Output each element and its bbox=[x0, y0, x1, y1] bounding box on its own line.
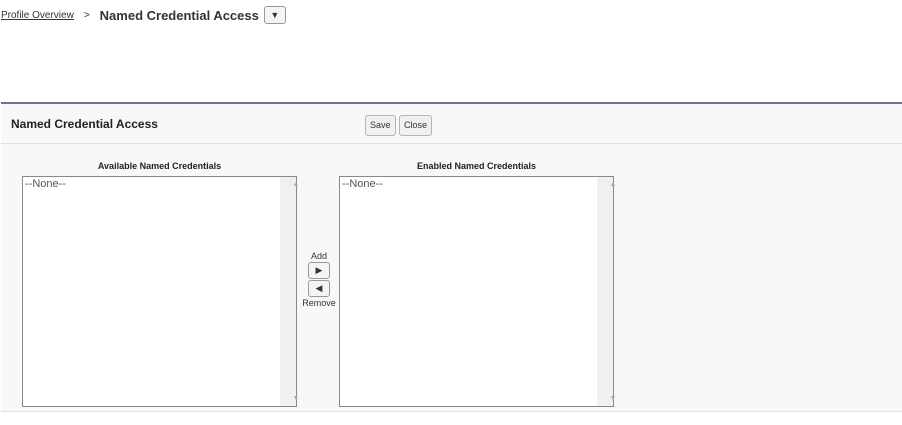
scroll-down-icon[interactable]: ▼ bbox=[288, 395, 304, 402]
panel-title: Named Credential Access bbox=[11, 117, 158, 131]
remove-label: Remove bbox=[302, 298, 336, 308]
available-list[interactable]: --None-- ▲ ▼ bbox=[22, 176, 299, 407]
add-button[interactable]: ▶ bbox=[308, 262, 330, 279]
available-label: Available Named Credentials bbox=[97, 161, 222, 171]
arrow-left-icon: ◀ bbox=[315, 283, 323, 293]
scroll-up-icon[interactable]: ▲ bbox=[288, 181, 304, 188]
remove-button[interactable]: ◀ bbox=[308, 280, 330, 297]
list-option[interactable]: --None-- bbox=[23, 177, 296, 191]
enabled-list[interactable]: --None-- ▲ ▼ bbox=[339, 176, 616, 407]
profile-overview-link[interactable]: Profile Overview bbox=[1, 10, 74, 21]
add-label: Add bbox=[310, 251, 327, 261]
chevron-down-icon: ▼ bbox=[270, 10, 280, 20]
panel-header: Named Credential Access Save Close bbox=[1, 104, 902, 144]
breadcrumb-separator: > bbox=[83, 9, 90, 21]
scrollbar[interactable]: ▲ ▼ bbox=[597, 177, 616, 406]
scroll-down-icon[interactable]: ▼ bbox=[605, 395, 621, 402]
breadcrumb: Profile Overview > Named Credential Acce… bbox=[1, 6, 286, 24]
page-menu-button[interactable]: ▼ bbox=[263, 6, 286, 24]
enabled-label: Enabled Named Credentials bbox=[416, 161, 537, 171]
save-button[interactable]: Save bbox=[365, 115, 396, 136]
list-option[interactable]: --None-- bbox=[340, 177, 613, 191]
scroll-up-icon[interactable]: ▲ bbox=[605, 181, 621, 188]
close-button[interactable]: Close bbox=[399, 115, 433, 136]
named-credential-panel: Named Credential Access Save Close Avail… bbox=[1, 102, 902, 412]
move-controls: Add ▶ ◀ Remove bbox=[300, 251, 338, 308]
arrow-right-icon: ▶ bbox=[315, 265, 323, 275]
page-title: Named Credential Access bbox=[99, 7, 259, 23]
scrollbar[interactable]: ▲ ▼ bbox=[280, 177, 299, 406]
